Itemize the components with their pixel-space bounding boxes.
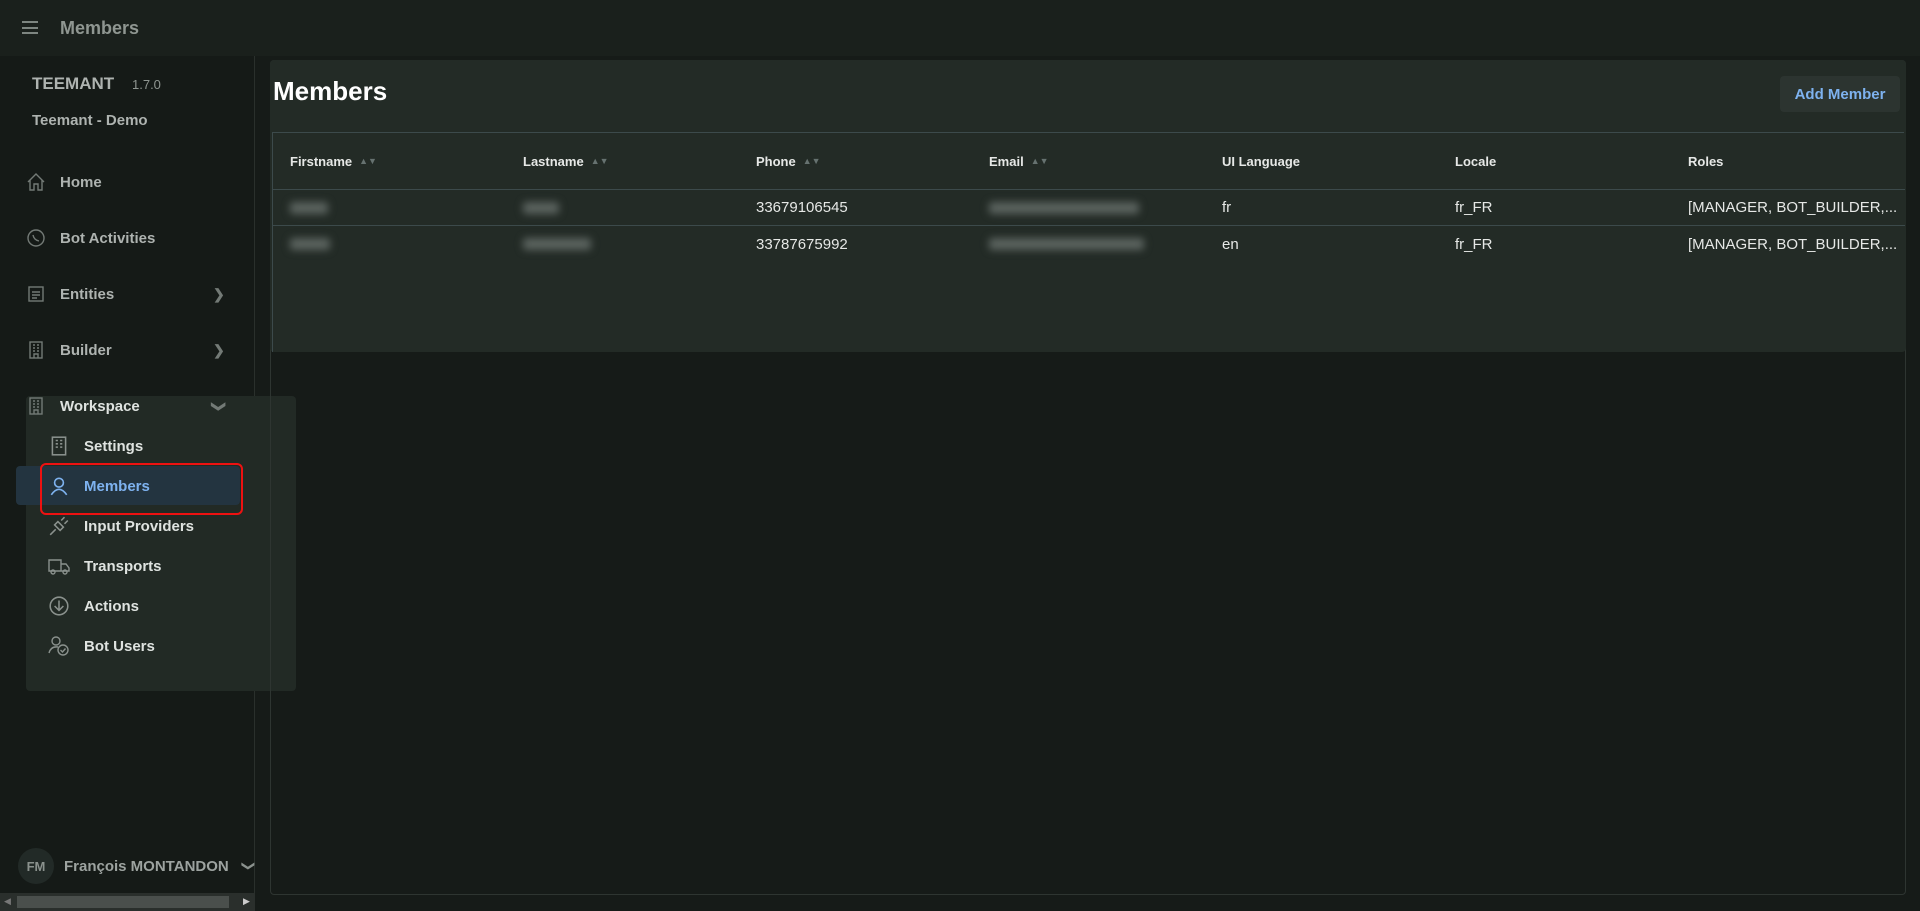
column-header-firstname[interactable]: Firstname ▲▼ bbox=[290, 133, 377, 189]
add-member-button[interactable]: Add Member bbox=[1780, 76, 1900, 112]
sidebar-item-label: Home bbox=[60, 173, 102, 191]
sidebar-item-builder[interactable]: Builder ❯ bbox=[0, 332, 255, 368]
plug-icon bbox=[49, 516, 69, 536]
members-table: Firstname ▲▼ Lastname ▲▼ Phone ▲▼ Email ▲▼ U… bbox=[272, 132, 1905, 352]
building-icon bbox=[51, 436, 67, 456]
chevron-right-icon: ❯ bbox=[213, 285, 225, 302]
email-cell bbox=[989, 226, 1144, 262]
lastname-cell bbox=[523, 190, 559, 225]
roles-cell: [MANAGER, BOT_BUILDER,... bbox=[1688, 199, 1898, 216]
table-row[interactable]: 33679106545 fr fr_FR [MANAGER, BOT_BUILD… bbox=[273, 190, 1905, 226]
sidebar-item-settings[interactable]: Settings bbox=[0, 428, 255, 464]
sidebar-item-actions[interactable]: Actions bbox=[0, 588, 255, 624]
arrow-down-circle-icon bbox=[49, 596, 69, 616]
building-icon bbox=[29, 397, 43, 415]
sort-icon: ▲▼ bbox=[590, 156, 609, 166]
sidebar-item-label: Builder bbox=[60, 341, 112, 359]
workspace-name[interactable]: Teemant - Demo bbox=[32, 112, 148, 129]
user-menu[interactable]: FM François MONTANDON ❯ bbox=[18, 848, 256, 884]
firstname-cell bbox=[290, 226, 330, 262]
sidebar-item-transports[interactable]: Transports bbox=[0, 548, 255, 584]
column-header-locale: Locale bbox=[1455, 153, 1497, 169]
sidebar-item-label: Workspace bbox=[60, 397, 140, 415]
table-row[interactable]: 33787675992 en fr_FR [MANAGER, BOT_BUILD… bbox=[273, 226, 1905, 262]
roles-cell: [MANAGER, BOT_BUILDER,... bbox=[1688, 235, 1898, 253]
sidebar-item-label: Bot Users bbox=[84, 637, 155, 655]
horizontal-scrollbar[interactable]: ◀ ▶ bbox=[0, 893, 255, 911]
avatar: FM bbox=[18, 848, 54, 884]
sidebar-item-label: Transports bbox=[84, 557, 162, 575]
page-title: Members bbox=[273, 76, 388, 106]
truck-icon bbox=[48, 559, 70, 575]
sidebar-item-label: Bot Activities bbox=[60, 229, 156, 247]
column-header-ui-language: UI Language bbox=[1222, 153, 1301, 169]
sort-icon: ▲▼ bbox=[802, 156, 821, 166]
highlight-annotation bbox=[40, 463, 243, 515]
lastname-cell bbox=[523, 226, 591, 262]
app-version: 1.7.0 bbox=[132, 77, 161, 92]
phone-cell: 33679106545 bbox=[756, 199, 848, 216]
brand-name: TEEMANT bbox=[32, 74, 115, 93]
sort-icon: ▲▼ bbox=[359, 156, 377, 166]
user-check-icon bbox=[48, 636, 69, 656]
chevron-right-icon: ❯ bbox=[213, 341, 225, 358]
sort-icon: ▲▼ bbox=[1030, 156, 1049, 166]
table-header-row: Firstname ▲▼ Lastname ▲▼ Phone ▲▼ Email ▲▼ U… bbox=[273, 133, 1905, 190]
column-header-phone[interactable]: Phone ▲▼ bbox=[756, 133, 821, 189]
top-bar: Members bbox=[0, 0, 1920, 56]
sidebar-item-label: Settings bbox=[84, 437, 144, 455]
column-header-email[interactable]: Email ▲▼ bbox=[989, 133, 1049, 189]
phone-cell: 33787675992 bbox=[756, 235, 848, 253]
column-header-roles: Roles bbox=[1688, 153, 1724, 169]
sidebar-item-home[interactable]: Home bbox=[0, 164, 255, 200]
ui-language-cell: fr bbox=[1222, 199, 1232, 216]
chevron-down-icon: ❯ bbox=[211, 400, 228, 412]
locale-cell: fr_FR bbox=[1455, 235, 1493, 253]
sidebar-item-label: Input Providers bbox=[84, 517, 195, 535]
sidebar-item-workspace[interactable]: Workspace ❯ bbox=[0, 388, 255, 424]
chevron-down-icon: ❯ bbox=[241, 860, 257, 872]
home-icon bbox=[27, 173, 45, 191]
user-name: François MONTANDON bbox=[64, 857, 229, 875]
whatsapp-icon bbox=[27, 229, 45, 247]
ui-language-cell: en bbox=[1222, 235, 1239, 253]
column-header-lastname[interactable]: Lastname ▲▼ bbox=[523, 133, 609, 189]
sidebar-item-bot-users[interactable]: Bot Users bbox=[0, 628, 255, 664]
scrollbar-thumb[interactable] bbox=[17, 896, 229, 908]
sidebar-item-entities[interactable]: Entities ❯ bbox=[0, 276, 255, 312]
locale-cell: fr_FR bbox=[1455, 199, 1493, 216]
sidebar-item-bot-activities[interactable]: Bot Activities bbox=[0, 220, 255, 256]
sidebar-item-label: Actions bbox=[84, 597, 140, 615]
building-icon bbox=[29, 341, 43, 359]
list-icon bbox=[28, 286, 44, 302]
email-cell bbox=[989, 190, 1139, 225]
scroll-right-icon[interactable]: ▶ bbox=[243, 896, 250, 907]
page-header-title: Members bbox=[60, 17, 140, 38]
menu-icon[interactable] bbox=[22, 21, 38, 34]
sidebar-item-label: Entities bbox=[60, 285, 115, 303]
firstname-cell bbox=[290, 190, 328, 225]
scroll-left-icon[interactable]: ◀ bbox=[4, 896, 11, 907]
